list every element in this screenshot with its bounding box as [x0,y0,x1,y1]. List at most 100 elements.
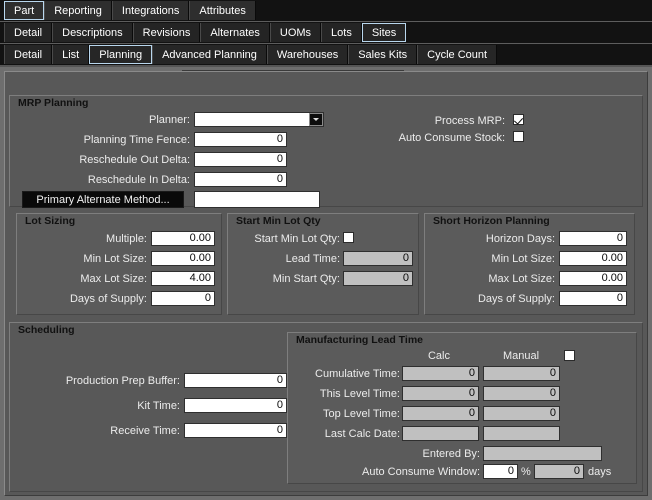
last-calc-date-calc-input [402,426,479,441]
tabstrip-level-1: Part Reporting Integrations Attributes [0,0,652,22]
group-title-mrp-planning: MRP Planning [18,97,89,109]
tab-detail-sub[interactable]: Detail [4,45,53,64]
tab-label: UOMs [279,26,312,39]
tab-advanced-planning[interactable]: Advanced Planning [152,45,267,64]
tab-label: Descriptions [62,26,123,39]
group-mrp-planning: MRP Planning Planner: Planning Time Fenc… [9,95,643,208]
sh-days-of-supply-input[interactable]: 0 [559,291,627,306]
label-production-prep-buffer: Production Prep Buffer: [65,375,180,387]
label-lead-time: Lead Time: [285,253,340,265]
tab-revisions[interactable]: Revisions [132,23,201,42]
auto-consume-window-percent-input[interactable]: 0 [483,464,518,479]
lot-max-lot-size-input[interactable]: 4.00 [151,271,215,286]
group-start-min-lot-qty: Start Min Lot Qty Start Min Lot Qty: Lea… [227,213,419,315]
entered-by-input [483,446,602,461]
planner-combobox[interactable] [194,112,324,127]
tab-descriptions[interactable]: Descriptions [52,23,133,42]
reschedule-out-delta-input[interactable]: 0 [194,152,287,167]
this-level-time-manual-input: 0 [483,386,560,401]
tabstrip-filler [497,44,652,65]
tab-planning[interactable]: Planning [89,45,153,64]
planning-time-fence-input[interactable]: 0 [194,132,287,147]
tab-label: Part [14,4,35,17]
tabs-level-1: Part Reporting Integrations Attributes [0,0,652,21]
label-sh-min-lot-size: Min Lot Size: [491,253,555,265]
tabs-level-3: Detail List Planning Advanced Planning W… [0,44,652,65]
lot-days-of-supply-input[interactable]: 0 [151,291,215,306]
planning-panel: MRP Planning Planner: Planning Time Fenc… [4,71,648,496]
top-level-time-calc-input: 0 [402,406,479,421]
label-sh-max-lot-size: Max Lot Size: [488,273,555,285]
tab-label: Cycle Count [427,48,488,61]
group-lot-sizing: Lot Sizing Multiple: 0.00 Min Lot Size: … [16,213,222,315]
label-cumulative-time: Cumulative Time: [315,368,400,380]
label-reschedule-in-delta: Reschedule In Delta: [87,174,190,186]
chevron-down-icon[interactable] [309,113,323,126]
tab-sales-kits[interactable]: Sales Kits [348,45,418,64]
tabstrip-level-2: Detail Descriptions Revisions Alternates… [0,22,652,44]
label-lot-days-of-supply: Days of Supply: [69,293,147,305]
production-prep-buffer-input[interactable]: 0 [184,373,287,388]
label-lot-multiple: Multiple: [106,233,147,245]
min-start-qty-input: 0 [343,271,413,286]
tab-part[interactable]: Part [4,1,45,20]
tab-list[interactable]: List [52,45,90,64]
start-min-lot-qty-checkbox[interactable] [343,232,354,243]
group-manufacturing-lead-time: Manufacturing Lead Time Calc Manual Cumu… [287,332,637,484]
label-min-start-qty: Min Start Qty: [272,273,340,285]
tab-label: Sites [371,26,397,39]
group-short-horizon-planning: Short Horizon Planning Horizon Days: 0 M… [424,213,635,315]
label-sh-days-of-supply: Days of Supply: [477,293,555,305]
percent-unit-label: % [521,466,531,478]
tab-label: Warehouses [276,48,339,61]
tab-label: Attributes [199,4,246,17]
tab-cycle-count[interactable]: Cycle Count [417,45,498,64]
tab-uoms[interactable]: UOMs [269,23,322,42]
lot-multiple-input[interactable]: 0.00 [151,231,215,246]
tab-label: Integrations [121,4,180,17]
process-mrp-checkbox[interactable] [513,114,524,125]
primary-alternate-method-input[interactable] [194,191,320,208]
tab-label: Sales Kits [358,48,408,61]
tab-label: Detail [14,48,43,61]
kit-time-input[interactable]: 0 [184,398,287,413]
tab-label: List [62,48,80,61]
tab-label: Alternates [210,26,260,39]
tab-attributes[interactable]: Attributes [189,1,256,20]
label-top-level-time: Top Level Time: [322,408,400,420]
lot-min-lot-size-input[interactable]: 0.00 [151,251,215,266]
label-process-mrp: Process MRP: [434,115,505,127]
tab-alternates[interactable]: Alternates [200,23,270,42]
primary-alternate-method-button[interactable]: Primary Alternate Method... [22,191,184,208]
tab-detail[interactable]: Detail [4,23,53,42]
label-horizon-days: Horizon Days: [485,233,555,245]
tab-label: Advanced Planning [162,48,257,61]
tab-integrations[interactable]: Integrations [111,1,190,20]
tab-label: Detail [14,26,43,39]
last-calc-date-manual-input [483,426,560,441]
label-kit-time: Kit Time: [137,400,180,412]
sh-max-lot-size-input[interactable]: 0.00 [559,271,627,286]
receive-time-input[interactable]: 0 [184,423,287,438]
tab-sites[interactable]: Sites [361,23,407,42]
label-auto-consume-stock: Auto Consume Stock: [398,132,505,144]
tab-reporting[interactable]: Reporting [44,1,112,20]
tabstrip-filler [406,22,652,43]
label-reschedule-out-delta: Reschedule Out Delta: [79,154,190,166]
top-level-time-manual-input: 0 [483,406,560,421]
cumulative-time-calc-input: 0 [402,366,479,381]
horizon-days-input[interactable]: 0 [559,231,627,246]
planning-page: Site: ***TEST*** MRP Planning Planner: P… [0,67,652,500]
tab-lots[interactable]: Lots [321,23,362,42]
sh-min-lot-size-input[interactable]: 0.00 [559,251,627,266]
manual-override-checkbox[interactable] [564,350,575,361]
column-header-manual: Manual [502,350,540,362]
lead-time-input: 0 [343,251,413,266]
auto-consume-stock-checkbox[interactable] [513,131,524,142]
tab-warehouses[interactable]: Warehouses [266,45,349,64]
tab-label: Planning [99,48,143,61]
label-receive-time: Receive Time: [110,425,180,437]
column-header-calc: Calc [427,350,450,362]
label-lot-min-lot-size: Min Lot Size: [83,253,147,265]
reschedule-in-delta-input[interactable]: 0 [194,172,287,187]
